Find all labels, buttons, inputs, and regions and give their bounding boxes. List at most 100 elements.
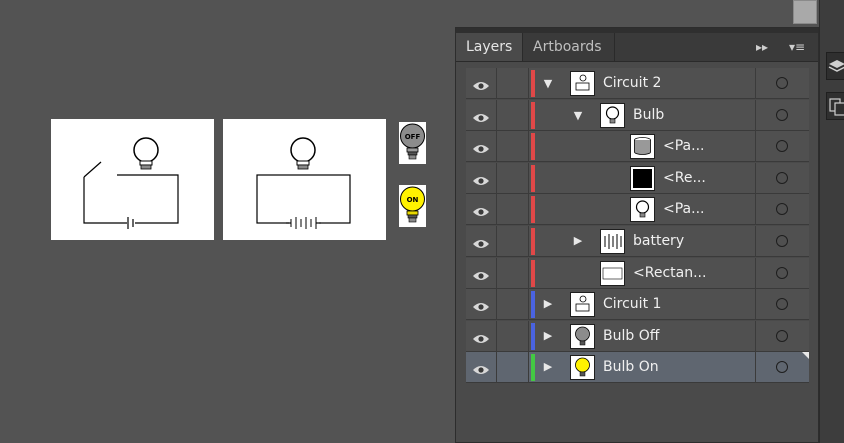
lock-toggle[interactable] [497, 289, 529, 321]
layer-name[interactable]: Bulb Off [603, 321, 659, 352]
canvas-corner-swatch [793, 0, 817, 24]
layer-name[interactable]: battery [633, 226, 684, 257]
layers-dock-icon[interactable] [826, 52, 844, 80]
layer-row[interactable]: ▶ Circuit 1 [466, 289, 809, 321]
lock-toggle[interactable] [497, 257, 529, 289]
layer-name[interactable]: Circuit 1 [603, 289, 661, 320]
visibility-toggle[interactable] [466, 352, 497, 384]
layer-row[interactable]: ▶ Bulb On [466, 352, 809, 384]
layer-color-indicator [531, 259, 535, 287]
eye-icon [472, 140, 490, 159]
target-cell[interactable] [755, 320, 809, 352]
target-circle-icon[interactable] [776, 361, 788, 374]
layer-thumbnail [630, 134, 655, 160]
target-cell[interactable] [755, 226, 809, 257]
artboard-bulb-off[interactable]: OFF [399, 122, 426, 164]
artboard-bulb-on[interactable]: ON [399, 185, 426, 227]
target-cell[interactable] [755, 257, 809, 289]
target-cell[interactable] [755, 162, 809, 194]
chevron-right-icon[interactable]: ▶ [542, 360, 554, 373]
target-circle-icon[interactable] [776, 266, 788, 279]
layer-row[interactable]: ▶ battery [466, 226, 809, 257]
visibility-toggle[interactable] [466, 226, 497, 257]
visibility-toggle[interactable] [466, 289, 497, 321]
lock-toggle[interactable] [497, 131, 529, 163]
visibility-toggle[interactable] [466, 162, 497, 194]
visibility-toggle[interactable] [466, 257, 497, 289]
layer-name[interactable]: <Pa... [663, 131, 704, 162]
lock-toggle[interactable] [497, 68, 529, 99]
lock-toggle[interactable] [497, 162, 529, 194]
bulb-on-label: ON [407, 196, 419, 204]
layer-row[interactable]: ▼ Bulb [466, 99, 809, 131]
target-circle-icon[interactable] [776, 235, 788, 247]
artboard-circuit-1[interactable] [51, 119, 214, 240]
visibility-toggle[interactable] [466, 194, 497, 226]
target-circle-icon[interactable] [776, 171, 788, 184]
layer-name[interactable]: Bulb [633, 100, 664, 131]
layer-row[interactable]: <Rectan... [466, 257, 809, 289]
layer-name[interactable]: <Rectan... [633, 258, 706, 289]
collapse-panel-icon[interactable]: ▸▸ [756, 38, 768, 56]
target-circle-icon[interactable] [776, 140, 788, 153]
layer-thumbnail [570, 292, 595, 318]
eye-icon [472, 267, 490, 286]
layer-thumbnail [630, 165, 655, 191]
circuit-open-switch-drawing [83, 137, 179, 229]
layer-color-indicator [531, 291, 535, 319]
visibility-toggle[interactable] [466, 131, 497, 163]
target-cell[interactable] [755, 68, 809, 99]
bulb-on-icon: ON [400, 186, 425, 223]
tab-layers[interactable]: Layers [456, 33, 523, 61]
chevron-right-icon[interactable]: ▶ [542, 329, 554, 342]
layer-row[interactable]: ▶ Bulb Off [466, 320, 809, 352]
layer-name[interactable]: <Pa... [663, 194, 704, 225]
layer-name[interactable]: Circuit 2 [603, 68, 661, 99]
target-circle-icon[interactable] [776, 203, 788, 216]
layer-row[interactable]: <Pa... [466, 131, 809, 163]
layer-thumbnail [630, 197, 655, 223]
eye-icon [472, 172, 490, 191]
artboards-dock-icon[interactable] [826, 92, 844, 120]
target-cell[interactable] [755, 352, 809, 384]
layer-thumbnail [600, 229, 625, 254]
layer-color-indicator [531, 228, 535, 255]
lock-toggle[interactable] [497, 99, 529, 131]
tab-artboards[interactable]: Artboards [523, 33, 615, 61]
artboard-circuit-2[interactable] [223, 119, 386, 240]
target-circle-icon[interactable] [776, 108, 788, 121]
layer-thumbnail [570, 323, 595, 349]
layers-panel: Layers Artboards ▸▸ ▾≡ ▼ Circuit 2 ▼ Bulb <P… [455, 27, 819, 443]
target-circle-icon[interactable] [776, 329, 788, 342]
layer-name[interactable]: <Re... [663, 163, 706, 194]
lock-toggle[interactable] [497, 226, 529, 257]
layer-row[interactable]: <Pa... [466, 194, 809, 226]
target-cell[interactable] [755, 289, 809, 321]
layer-thumbnail [600, 260, 625, 286]
layer-row[interactable]: ▼ Circuit 2 [466, 68, 809, 99]
layer-color-indicator [531, 164, 535, 192]
layer-thumbnail [570, 355, 595, 381]
lock-toggle[interactable] [497, 320, 529, 352]
layer-color-indicator [531, 70, 535, 97]
chevron-right-icon[interactable]: ▶ [572, 234, 584, 247]
eye-icon [472, 330, 490, 349]
layer-thumbnail [600, 102, 625, 128]
lock-toggle[interactable] [497, 352, 529, 384]
target-circle-icon[interactable] [776, 77, 788, 89]
layer-name[interactable]: Bulb On [603, 352, 659, 383]
chevron-down-icon[interactable]: ▼ [572, 109, 584, 122]
chevron-right-icon[interactable]: ▶ [542, 297, 554, 310]
chevron-down-icon[interactable]: ▼ [542, 77, 554, 90]
visibility-toggle[interactable] [466, 320, 497, 352]
visibility-toggle[interactable] [466, 68, 497, 99]
panel-options-menu-icon[interactable]: ▾≡ [789, 38, 805, 56]
layer-row[interactable]: <Re... [466, 162, 809, 194]
target-cell[interactable] [755, 131, 809, 163]
target-cell[interactable] [755, 194, 809, 226]
lock-toggle[interactable] [497, 194, 529, 226]
target-circle-icon[interactable] [776, 298, 788, 311]
visibility-toggle[interactable] [466, 99, 497, 131]
target-cell[interactable] [755, 99, 809, 131]
bulb-off-icon: OFF [400, 123, 425, 160]
